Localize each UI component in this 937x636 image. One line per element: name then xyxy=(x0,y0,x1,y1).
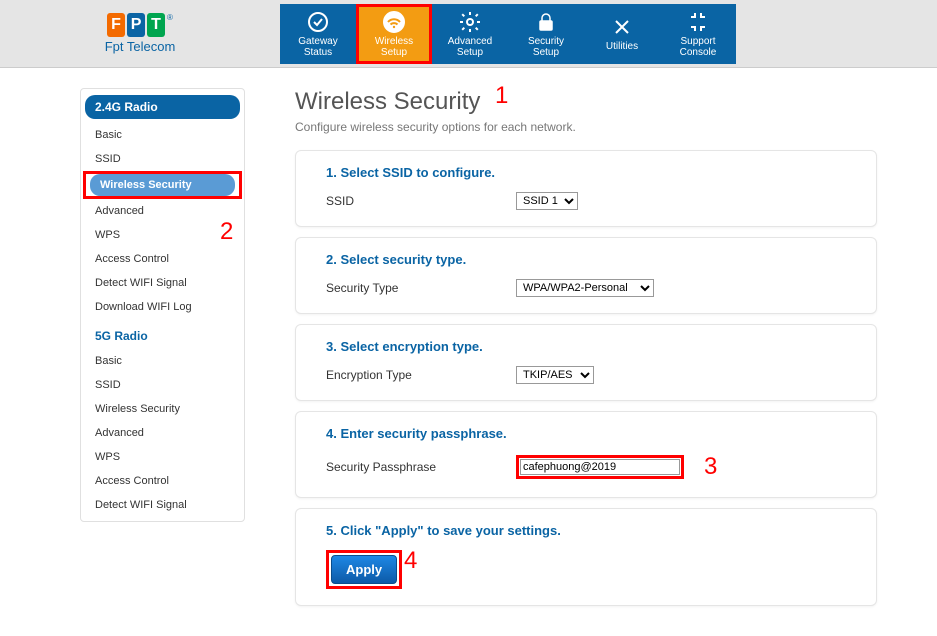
passphrase-label: Security Passphrase xyxy=(326,460,516,474)
sidebar-item-wps-24[interactable]: WPS xyxy=(81,223,244,247)
nav-utilities[interactable]: Utilities xyxy=(584,4,660,64)
main-content: Wireless Security 1 Configure wireless s… xyxy=(295,88,937,616)
sidebar-item-basic-5[interactable]: Basic xyxy=(81,349,244,373)
sidebar-item-wireless-security-24[interactable]: Wireless Security xyxy=(90,174,235,196)
card-passphrase: 4. Enter security passphrase. Security P… xyxy=(295,411,877,498)
sidebar-item-wps-5[interactable]: WPS xyxy=(81,445,244,469)
card-apply: 5. Click "Apply" to save your settings. … xyxy=(295,508,877,606)
sidebar-item-advanced-5[interactable]: Advanced xyxy=(81,421,244,445)
sidebar-item-detect-wifi-24[interactable]: Detect WIFI Signal xyxy=(81,271,244,295)
tools-icon xyxy=(610,15,634,39)
sidebar-item-download-log-24[interactable]: Download WIFI Log xyxy=(81,295,244,319)
card-security-type: 2. Select security type. Security Type W… xyxy=(295,237,877,314)
card-select-ssid: 1. Select SSID to configure. SSID SSID 1 xyxy=(295,150,877,227)
sidebar-section-5g: 5G Radio xyxy=(85,325,240,347)
sidebar-item-access-control-5[interactable]: Access Control xyxy=(81,469,244,493)
nav-gateway-status[interactable]: Gateway Status xyxy=(280,4,356,64)
card-title-1: 1. Select SSID to configure. xyxy=(326,165,846,180)
ssid-label: SSID xyxy=(326,194,516,208)
sidebar-section-24g: 2.4G Radio xyxy=(85,95,240,119)
card-title-2: 2. Select security type. xyxy=(326,252,846,267)
page-subtitle: Configure wireless security options for … xyxy=(295,120,877,134)
encryption-type-label: Encryption Type xyxy=(326,368,516,382)
apply-highlight: Apply xyxy=(326,550,402,589)
apply-button[interactable]: Apply xyxy=(331,555,397,584)
security-type-label: Security Type xyxy=(326,281,516,295)
sidebar-item-wireless-security-5[interactable]: Wireless Security xyxy=(81,397,244,421)
lock-icon xyxy=(534,10,558,34)
encryption-type-select[interactable]: TKIP/AES xyxy=(516,366,594,384)
page-title: Wireless Security xyxy=(295,88,877,116)
sidebar: 2.4G Radio Basic SSID Wireless Security … xyxy=(80,88,245,522)
nav-security-setup[interactable]: Security Setup xyxy=(508,4,584,64)
annotation-3: 3 xyxy=(704,453,717,481)
check-circle-icon xyxy=(306,10,330,34)
nav-advanced-setup[interactable]: Advanced Setup xyxy=(432,4,508,64)
gear-icon xyxy=(458,10,482,34)
card-encryption-type: 3. Select encryption type. Encryption Ty… xyxy=(295,324,877,401)
compress-icon xyxy=(686,10,710,34)
nav-wireless-setup[interactable]: Wireless Setup xyxy=(356,4,432,64)
card-title-5: 5. Click "Apply" to save your settings. xyxy=(326,523,846,538)
sidebar-item-wireless-security-24-highlight: Wireless Security xyxy=(83,171,242,199)
sidebar-item-access-control-24[interactable]: Access Control xyxy=(81,247,244,271)
brand-logo: FPT® Fpt Telecom xyxy=(0,13,280,54)
wifi-icon xyxy=(382,10,406,34)
sidebar-item-ssid-24[interactable]: SSID xyxy=(81,147,244,171)
sidebar-item-detect-wifi-5[interactable]: Detect WIFI Signal xyxy=(81,493,244,517)
top-nav: Gateway Status Wireless Setup Advanced S… xyxy=(280,4,736,64)
sidebar-item-advanced-24[interactable]: Advanced xyxy=(81,199,244,223)
header: FPT® Fpt Telecom Gateway Status Wireless… xyxy=(0,0,937,68)
annotation-4: 4 xyxy=(404,547,417,575)
sidebar-item-basic-24[interactable]: Basic xyxy=(81,123,244,147)
ssid-select[interactable]: SSID 1 xyxy=(516,192,578,210)
card-title-3: 3. Select encryption type. xyxy=(326,339,846,354)
nav-support-console[interactable]: Support Console xyxy=(660,4,736,64)
brand-name: Fpt Telecom xyxy=(105,39,176,54)
card-title-4: 4. Enter security passphrase. xyxy=(326,426,846,441)
sidebar-item-ssid-5[interactable]: SSID xyxy=(81,373,244,397)
security-type-select[interactable]: WPA/WPA2-Personal xyxy=(516,279,654,297)
passphrase-highlight xyxy=(516,455,684,479)
passphrase-input[interactable] xyxy=(520,459,680,475)
